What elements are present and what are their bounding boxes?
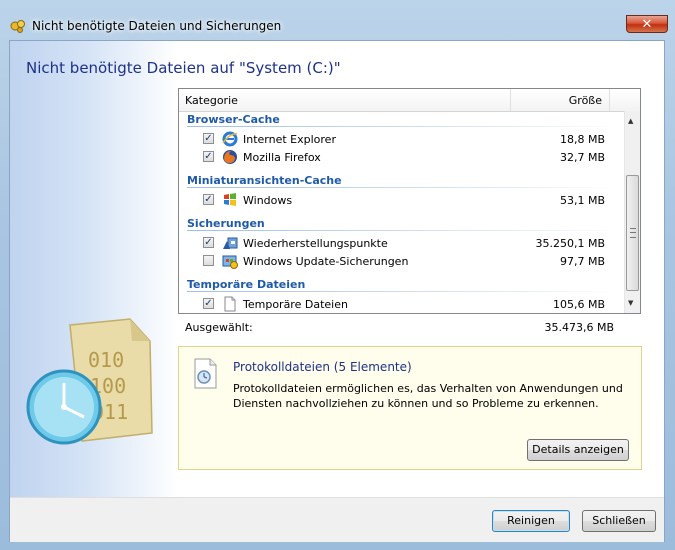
group-divider bbox=[187, 187, 617, 188]
group-header-thumbnail-cache: Miniaturansichten-Cache bbox=[187, 174, 342, 187]
close-button[interactable]: Schließen bbox=[582, 510, 656, 532]
item-checkbox[interactable]: ✓ bbox=[203, 237, 214, 248]
log-file-icon bbox=[194, 358, 217, 389]
cleanup-illustration: 010 100 011 bbox=[26, 318, 153, 445]
group-header-browser-cache: Browser-Cache bbox=[187, 113, 280, 126]
item-checkbox[interactable]: ✓ bbox=[203, 151, 214, 162]
show-details-button[interactable]: Details anzeigen bbox=[527, 439, 629, 461]
group-header-temporary-files: Temporäre Dateien bbox=[187, 278, 306, 291]
item-size: 18,8 MB bbox=[559, 133, 605, 146]
window-title: Nicht benötigte Dateien und Sicherungen bbox=[32, 19, 282, 33]
item-label: Windows bbox=[243, 194, 293, 207]
group-divider bbox=[187, 230, 617, 231]
clean-button[interactable]: Reinigen bbox=[492, 510, 570, 532]
windows-logo-icon bbox=[224, 193, 236, 206]
svg-text:010: 010 bbox=[88, 348, 124, 372]
internet-explorer-icon bbox=[222, 131, 238, 147]
item-label: Temporäre Dateien bbox=[243, 298, 348, 311]
item-checkbox[interactable]: ✓ bbox=[203, 133, 214, 144]
scroll-up-arrow-icon[interactable]: ▲ bbox=[628, 117, 633, 125]
window-frame: Nicht benötigte Dateien und Sicherungen … bbox=[0, 0, 675, 550]
item-checkbox[interactable]: ✓ bbox=[203, 298, 214, 309]
item-size: 97,7 MB bbox=[559, 255, 605, 268]
item-checkbox[interactable] bbox=[203, 255, 214, 266]
list-item[interactable]: ✓ Wiederherstellungspunkte 35.250,1 MB bbox=[179, 235, 624, 253]
item-size: 35.250,1 MB bbox=[535, 237, 605, 250]
details-title: Protokolldateien (5 Elemente) bbox=[233, 360, 412, 374]
list-item[interactable]: ✓ Temporäre Dateien 105,6 MB bbox=[179, 296, 624, 313]
group-divider bbox=[187, 291, 617, 292]
group-divider bbox=[187, 126, 617, 127]
scrollbar-thumb[interactable] bbox=[626, 175, 639, 291]
selected-total: 35.473,6 MB bbox=[544, 321, 614, 334]
firefox-icon bbox=[223, 150, 237, 164]
title-bar: Nicht benötigte Dateien und Sicherungen … bbox=[0, 0, 675, 40]
close-window-button[interactable]: ✕ bbox=[626, 15, 668, 33]
item-size: 32,7 MB bbox=[559, 151, 605, 164]
item-size: 53,1 MB bbox=[559, 194, 605, 207]
system-restore-icon bbox=[223, 237, 238, 249]
list-item[interactable]: ✓ Windows 53,1 MB bbox=[179, 192, 624, 210]
vertical-scrollbar[interactable]: ▲ ▼ bbox=[624, 111, 640, 313]
windows-update-icon bbox=[222, 255, 238, 269]
list-item[interactable]: ✓ Mozilla Firefox 32,7 MB bbox=[179, 149, 624, 167]
grip-icon bbox=[630, 228, 636, 238]
item-label: Internet Explorer bbox=[243, 133, 336, 146]
list-header: Kategorie Größe bbox=[179, 89, 640, 112]
item-label: Wiederherstellungspunkte bbox=[243, 237, 388, 250]
dialog-client-area: Nicht benötigte Dateien auf "System (C:)… bbox=[9, 40, 665, 542]
column-header-category[interactable]: Kategorie bbox=[185, 94, 238, 107]
selected-label: Ausgewählt: bbox=[185, 321, 253, 334]
column-header-size[interactable]: Größe bbox=[509, 94, 602, 107]
item-label: Mozilla Firefox bbox=[243, 151, 321, 164]
file-icon bbox=[224, 296, 236, 312]
list-item[interactable]: ✓ Internet Explorer 18,8 MB bbox=[179, 131, 624, 149]
item-label: Windows Update-Sicherungen bbox=[243, 255, 409, 268]
app-icon bbox=[10, 20, 25, 33]
column-divider[interactable] bbox=[609, 89, 610, 111]
group-header-backups: Sicherungen bbox=[187, 217, 265, 230]
scroll-down-arrow-icon[interactable]: ▼ bbox=[628, 299, 633, 307]
page-title: Nicht benötigte Dateien auf "System (C:)… bbox=[26, 59, 341, 77]
list-item[interactable]: Windows Update-Sicherungen 97,7 MB bbox=[179, 253, 624, 271]
item-checkbox[interactable]: ✓ bbox=[203, 194, 214, 205]
category-list[interactable]: Kategorie Größe Browser-Cache ✓ Internet… bbox=[178, 88, 641, 314]
item-size: 105,6 MB bbox=[552, 298, 605, 311]
details-panel: Protokolldateien (5 Elemente) Protokolld… bbox=[178, 346, 642, 470]
details-description: Protokolldateien ermöglichen es, das Ver… bbox=[233, 382, 623, 410]
